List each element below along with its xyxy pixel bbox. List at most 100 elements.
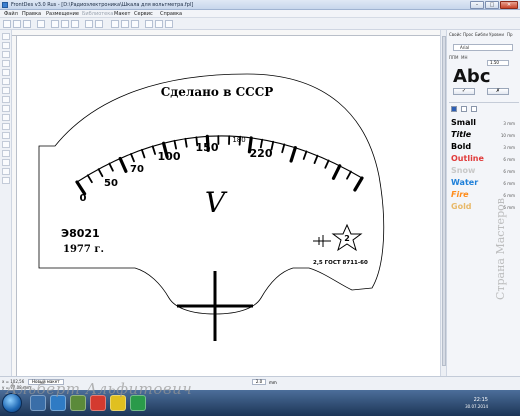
scale-label: 180 bbox=[232, 136, 245, 144]
measure-tool-icon[interactable] bbox=[2, 177, 10, 184]
tab-more[interactable]: Пр bbox=[507, 32, 513, 37]
style-edit-icon[interactable] bbox=[461, 106, 467, 112]
menu-placement[interactable]: Размещение bbox=[46, 11, 79, 17]
close-button[interactable]: ✕ bbox=[500, 1, 518, 9]
zoom-out-icon[interactable] bbox=[121, 20, 129, 28]
app-icon bbox=[2, 2, 8, 8]
style-size: 10 mm bbox=[500, 133, 515, 138]
scale-label: 50 bbox=[104, 178, 118, 189]
menu-bar: Файл Правка Размещение Библиотека Макет … bbox=[0, 10, 520, 18]
select-arrow-icon[interactable] bbox=[2, 33, 10, 40]
tab-properties[interactable]: Свойс bbox=[449, 32, 461, 37]
scale-tool-icon[interactable] bbox=[2, 105, 10, 112]
style-delete-icon[interactable] bbox=[471, 106, 477, 112]
scale-label: 220 bbox=[250, 147, 273, 160]
drawing-tools bbox=[0, 30, 12, 376]
polyline-tool-icon[interactable] bbox=[2, 60, 10, 67]
style-size: 6 mm bbox=[503, 157, 515, 162]
year-label: 1977 г. bbox=[63, 244, 104, 255]
apply-button[interactable]: ✓ bbox=[453, 88, 475, 95]
style-item-water[interactable]: Water 6 mm bbox=[451, 178, 517, 189]
polygon-tool-icon[interactable] bbox=[2, 159, 10, 166]
minor-tick bbox=[141, 148, 146, 159]
zoom-tool-icon[interactable] bbox=[2, 42, 10, 49]
font-preview: Abc bbox=[453, 66, 491, 87]
style-size: 3 mm bbox=[503, 145, 515, 150]
style-size: 3 mm bbox=[503, 121, 515, 126]
menu-service[interactable]: Сервис bbox=[134, 11, 153, 17]
style-item-gold[interactable]: Gold 6 mm bbox=[451, 202, 517, 213]
open-folder-icon[interactable] bbox=[13, 20, 21, 28]
panel-tabs: Свойс Прос Библи Уровни Пр bbox=[449, 32, 519, 40]
minor-tick bbox=[173, 139, 178, 150]
scale-label: 0 bbox=[80, 193, 87, 204]
rectangle-tool-icon[interactable] bbox=[2, 69, 10, 76]
minor-tick bbox=[184, 137, 188, 148]
ppm-label: ППМ МН bbox=[449, 55, 468, 60]
tab-layers[interactable]: Уровни bbox=[489, 32, 504, 37]
style-item-title[interactable]: Title 10 mm bbox=[451, 130, 517, 141]
site-watermark: Страна Мастеров bbox=[494, 198, 507, 300]
align-center-icon[interactable] bbox=[155, 20, 163, 28]
menu-layout[interactable]: Макет bbox=[114, 11, 130, 17]
arc-tool-icon[interactable] bbox=[2, 96, 10, 103]
text-tool-icon[interactable] bbox=[2, 114, 10, 121]
circle-tool-icon[interactable] bbox=[2, 78, 10, 85]
cut-icon[interactable] bbox=[51, 20, 59, 28]
minor-tick bbox=[97, 168, 104, 178]
bitmap-tool-icon[interactable] bbox=[2, 141, 10, 148]
style-name: Outline bbox=[451, 154, 484, 163]
style-item-outline[interactable]: Outline 6 mm bbox=[451, 154, 517, 165]
style-name: Fire bbox=[451, 190, 469, 199]
hole-tool-icon[interactable] bbox=[2, 123, 10, 130]
symbol-tool-icon[interactable] bbox=[2, 132, 10, 139]
style-name: Snow bbox=[451, 166, 476, 175]
redo-icon[interactable] bbox=[95, 20, 103, 28]
font-select[interactable]: Arial bbox=[453, 44, 513, 51]
style-item-snow[interactable]: Snow 6 mm bbox=[451, 166, 517, 177]
undo-icon[interactable] bbox=[85, 20, 93, 28]
star-tool-icon[interactable] bbox=[2, 150, 10, 157]
style-toolbar bbox=[451, 106, 517, 114]
style-new-icon[interactable] bbox=[451, 106, 457, 112]
align-left-icon[interactable] bbox=[145, 20, 153, 28]
grid-icon[interactable] bbox=[131, 20, 139, 28]
title-bar: FrontDes v3.0 Rus - [D:\Радиоэлектроника… bbox=[0, 0, 520, 10]
menu-file[interactable]: Файл bbox=[4, 11, 18, 17]
minor-tick bbox=[86, 174, 93, 184]
drill-tool-icon[interactable] bbox=[2, 168, 10, 175]
zoom-in-icon[interactable] bbox=[111, 20, 119, 28]
align-right-icon[interactable] bbox=[165, 20, 173, 28]
font-name: Arial bbox=[460, 45, 470, 50]
maximize-button[interactable]: □ bbox=[485, 1, 499, 9]
menu-library[interactable]: Библиотека bbox=[82, 11, 113, 17]
standard-label: 2,5 ГОСТ 8711-60 bbox=[313, 260, 368, 266]
zoom-input[interactable]: 2.0 bbox=[252, 379, 266, 385]
line-tool-icon[interactable] bbox=[2, 51, 10, 58]
menu-help[interactable]: Справка bbox=[160, 11, 182, 17]
style-name: Bold bbox=[451, 142, 472, 151]
new-file-icon[interactable] bbox=[3, 20, 11, 28]
major-tick bbox=[118, 156, 128, 173]
made-in-ussr-label: Сделано в СССР bbox=[161, 85, 274, 99]
style-item-fire[interactable]: Fire 6 mm bbox=[451, 190, 517, 201]
menu-edit[interactable]: Правка bbox=[22, 11, 41, 17]
style-item-bold[interactable]: Bold 3 mm bbox=[451, 142, 517, 153]
cancel-button[interactable]: ✗ bbox=[487, 88, 509, 95]
tab-preview[interactable]: Прос bbox=[463, 32, 473, 37]
minor-tick bbox=[281, 143, 286, 154]
ellipse-tool-icon[interactable] bbox=[2, 87, 10, 94]
scale-label: 70 bbox=[130, 164, 144, 175]
style-item-small[interactable]: Small 3 mm bbox=[451, 118, 517, 129]
model-label: Э8021 bbox=[61, 227, 100, 240]
clock-time: 22:15 bbox=[473, 397, 488, 403]
save-icon[interactable] bbox=[23, 20, 31, 28]
tab-library[interactable]: Библи bbox=[475, 32, 488, 37]
class-value: 2 bbox=[344, 234, 350, 243]
print-icon[interactable] bbox=[37, 20, 45, 28]
copy-icon[interactable] bbox=[61, 20, 69, 28]
paste-icon[interactable] bbox=[71, 20, 79, 28]
style-size: 6 mm bbox=[503, 181, 515, 186]
design-canvas[interactable]: Сделано в СССР V Э8021 1977 г. 2 2,5 ГОС… bbox=[17, 36, 440, 376]
minimize-button[interactable]: – bbox=[470, 1, 484, 9]
